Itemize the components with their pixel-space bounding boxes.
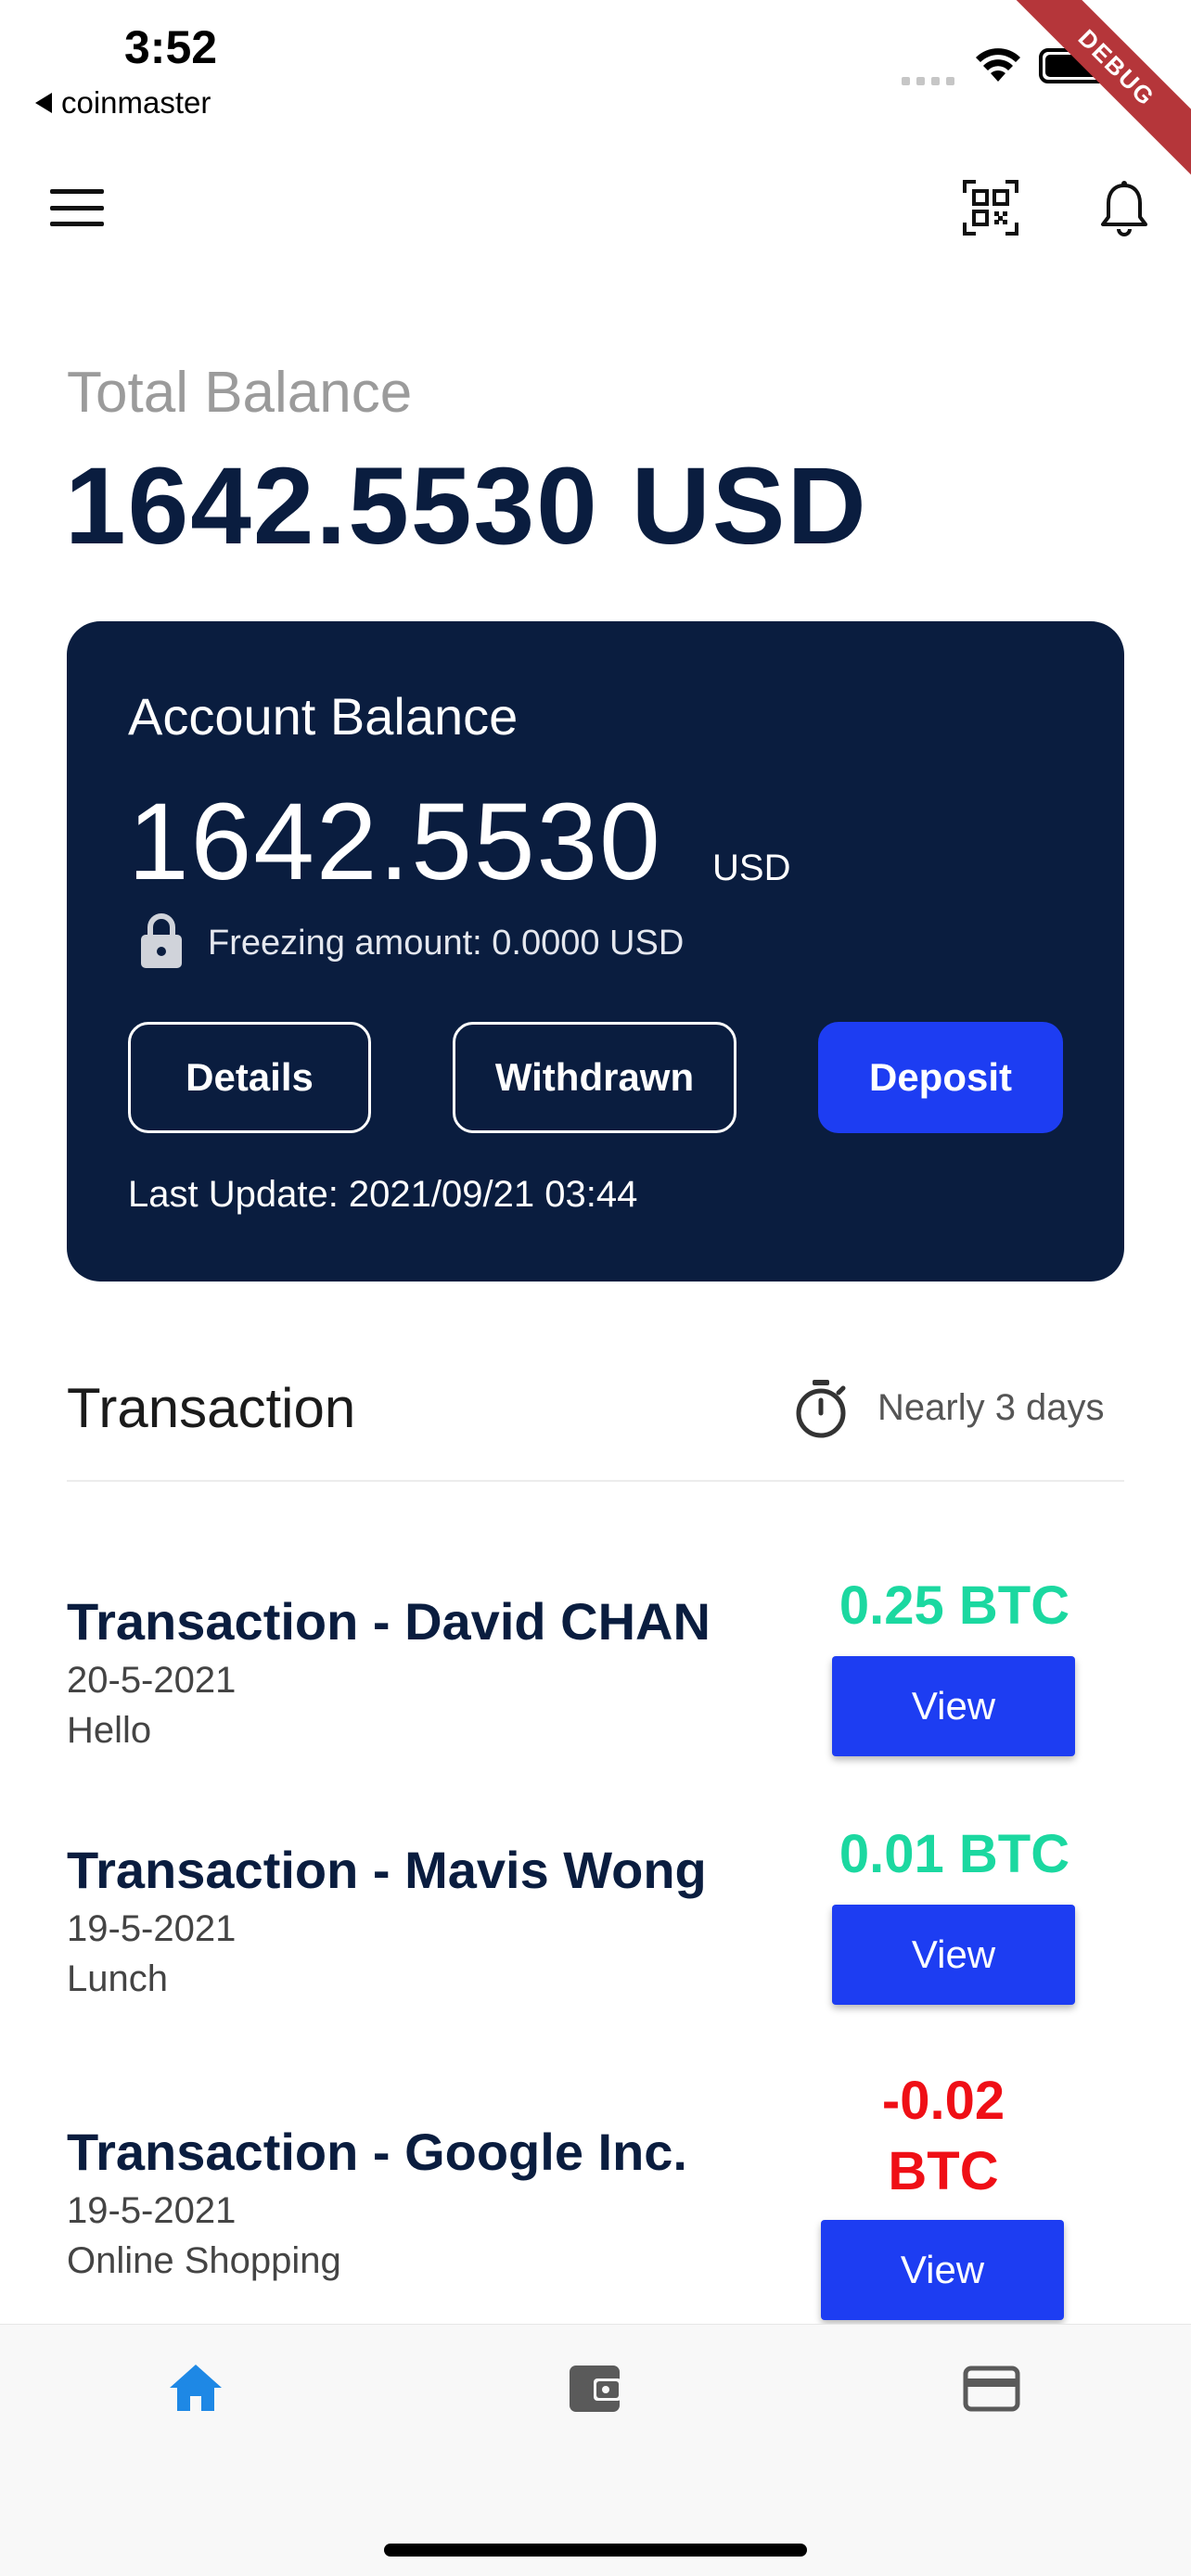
freezing-amount: Freezing amount: 0.0000 USD: [208, 924, 685, 963]
account-balance-card: Account Balance 1642.5530 USD Freezing a…: [67, 621, 1124, 1282]
transaction-note: Online Shopping: [67, 2240, 341, 2281]
transactions-range[interactable]: Nearly 3 days: [877, 1387, 1105, 1429]
total-balance-label: Total Balance: [67, 361, 413, 425]
transaction-name: Transaction - David CHAN: [67, 1592, 711, 1651]
withdrawn-button[interactable]: Withdrawn: [453, 1022, 736, 1133]
back-arrow-icon: [35, 93, 52, 113]
transaction-date: 20-5-2021: [67, 1660, 237, 1701]
lock-icon: [141, 913, 182, 968]
back-app-label: coinmaster: [61, 85, 211, 120]
transaction-date: 19-5-2021: [67, 1908, 237, 1949]
account-balance-unit: USD: [712, 848, 791, 888]
bottom-navigation-bar: [0, 2324, 1191, 2576]
transaction-amount-unit: BTC: [888, 2141, 999, 2201]
debug-banner-label: DEBUG: [1005, 0, 1191, 183]
deposit-button[interactable]: Deposit: [818, 1022, 1063, 1133]
transaction-name: Transaction - Google Inc.: [67, 2123, 687, 2181]
debug-banner: DEBUG: [1005, 0, 1191, 185]
account-balance-amount: 1642.5530: [128, 781, 662, 903]
account-balance-title: Account Balance: [128, 687, 519, 746]
transaction-note: Hello: [67, 1710, 152, 1751]
home-indicator: [384, 2544, 807, 2557]
transaction-amount-value: -0.02: [881, 2071, 1005, 2131]
transaction-name: Transaction - Mavis Wong: [67, 1841, 707, 1899]
transactions-title: Transaction: [67, 1377, 356, 1439]
view-transaction-button[interactable]: View: [821, 2220, 1064, 2320]
stopwatch-icon: [796, 1380, 846, 1438]
back-to-app-link[interactable]: coinmaster: [35, 85, 211, 121]
credit-card-icon[interactable]: [963, 2366, 1020, 2412]
transaction-date: 19-5-2021: [67, 2190, 237, 2231]
transaction-amount: 0.01 BTC: [839, 1824, 1070, 1884]
hamburger-menu-icon[interactable]: [50, 189, 104, 226]
divider: [67, 1480, 1124, 1482]
total-balance-value: 1642.5530 USD: [65, 445, 868, 567]
home-icon[interactable]: [167, 2362, 224, 2414]
qr-scan-icon[interactable]: [961, 178, 1020, 237]
cellular-signal-icon: [902, 67, 957, 85]
wallet-icon[interactable]: [568, 2360, 625, 2416]
details-button[interactable]: Details: [128, 1022, 371, 1133]
view-transaction-button[interactable]: View: [832, 1905, 1075, 2005]
status-time: 3:52: [124, 21, 218, 73]
transaction-amount: 0.25 BTC: [839, 1575, 1070, 1636]
bell-icon[interactable]: [1098, 180, 1150, 239]
transaction-note: Lunch: [67, 1958, 168, 1999]
last-update-text: Last Update: 2021/09/21 03:44: [128, 1174, 638, 1215]
view-transaction-button[interactable]: View: [832, 1656, 1075, 1756]
